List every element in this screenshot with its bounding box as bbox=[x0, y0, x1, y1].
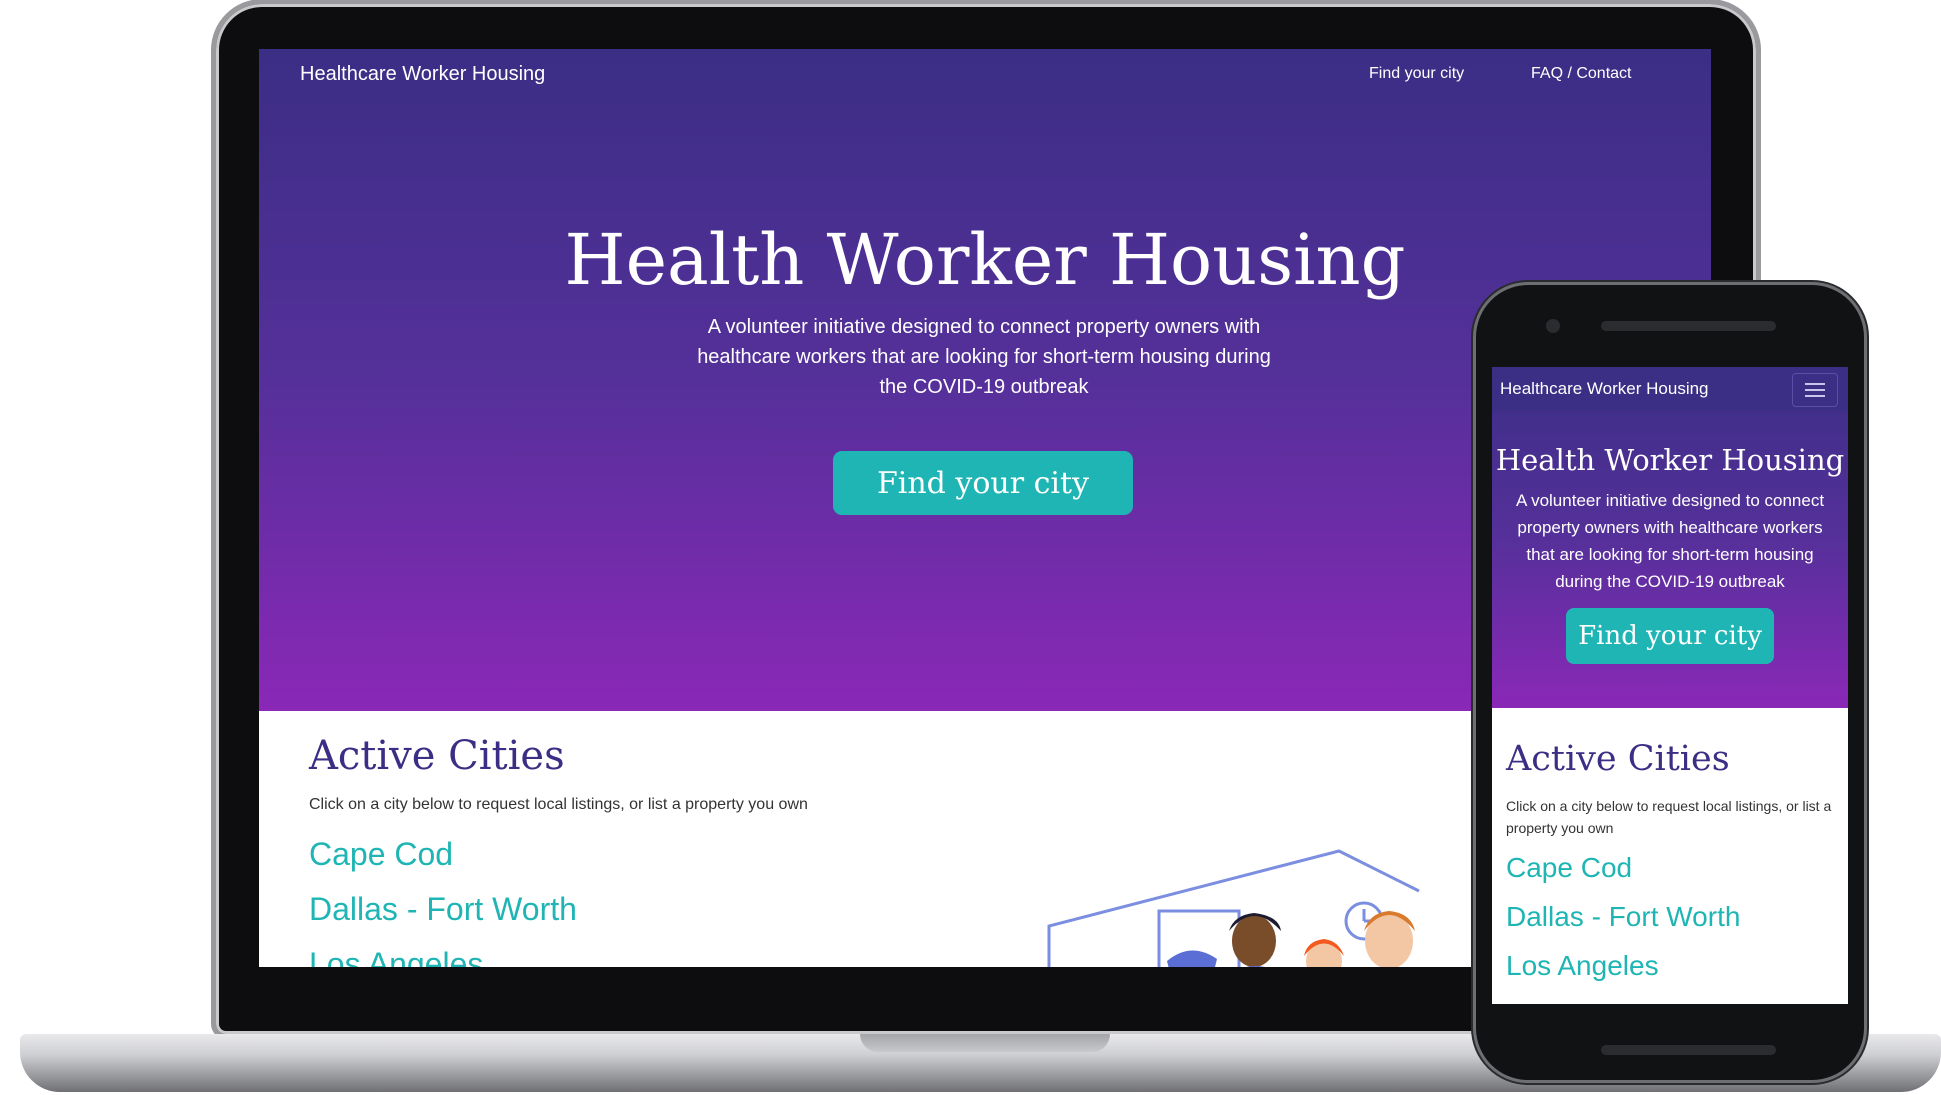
city-link-cape-cod[interactable]: Cape Cod bbox=[309, 836, 453, 873]
mobile-city-link-los-angeles[interactable]: Los Angeles bbox=[1506, 950, 1659, 982]
nav-find-your-city[interactable]: Find your city bbox=[1369, 65, 1464, 83]
active-cities-title: Active Cities bbox=[309, 733, 565, 779]
mobile-navbar: Healthcare Worker Housing bbox=[1492, 367, 1848, 411]
mobile-hero: Healthcare Worker Housing Health Worker … bbox=[1492, 367, 1848, 708]
mobile-hero-subtitle: A volunteer initiative designed to conne… bbox=[1515, 491, 1825, 591]
mobile-city-link-dallas-fort-worth[interactable]: Dallas - Fort Worth bbox=[1506, 901, 1740, 933]
mobile-hero-title: Health Worker Housing bbox=[1495, 443, 1845, 477]
mobile-find-your-city-button[interactable]: Find your city bbox=[1566, 608, 1774, 664]
phone-frame: Healthcare Worker Housing Health Worker … bbox=[1476, 285, 1864, 1080]
hero-subtitle: A volunteer initiative designed to conne… bbox=[697, 316, 1271, 398]
mobile-screen: Healthcare Worker Housing Health Worker … bbox=[1492, 367, 1848, 1004]
mobile-active-cities-title: Active Cities bbox=[1506, 739, 1730, 779]
city-link-dallas-fort-worth[interactable]: Dallas - Fort Worth bbox=[309, 891, 577, 928]
active-cities-description: Click on a city below to request local l… bbox=[309, 796, 808, 813]
phone-speaker-bottom bbox=[1601, 1045, 1776, 1055]
phone-speaker bbox=[1601, 321, 1776, 331]
find-your-city-button[interactable]: Find your city bbox=[833, 451, 1133, 515]
mobile-active-cities-description: Click on a city below to request local l… bbox=[1506, 798, 1832, 836]
hamburger-menu-icon[interactable] bbox=[1792, 373, 1838, 407]
hero-title: Health Worker Housing bbox=[564, 219, 1406, 301]
mobile-city-link-cape-cod[interactable]: Cape Cod bbox=[1506, 852, 1632, 884]
mobile-brand[interactable]: Healthcare Worker Housing bbox=[1500, 379, 1709, 399]
laptop-notch bbox=[860, 1034, 1110, 1052]
desktop-brand[interactable]: Healthcare Worker Housing bbox=[300, 63, 545, 86]
phone-camera bbox=[1546, 319, 1560, 333]
nav-faq-contact[interactable]: FAQ / Contact bbox=[1531, 65, 1631, 83]
city-link-los-angeles[interactable]: Los Angeles bbox=[309, 946, 483, 967]
